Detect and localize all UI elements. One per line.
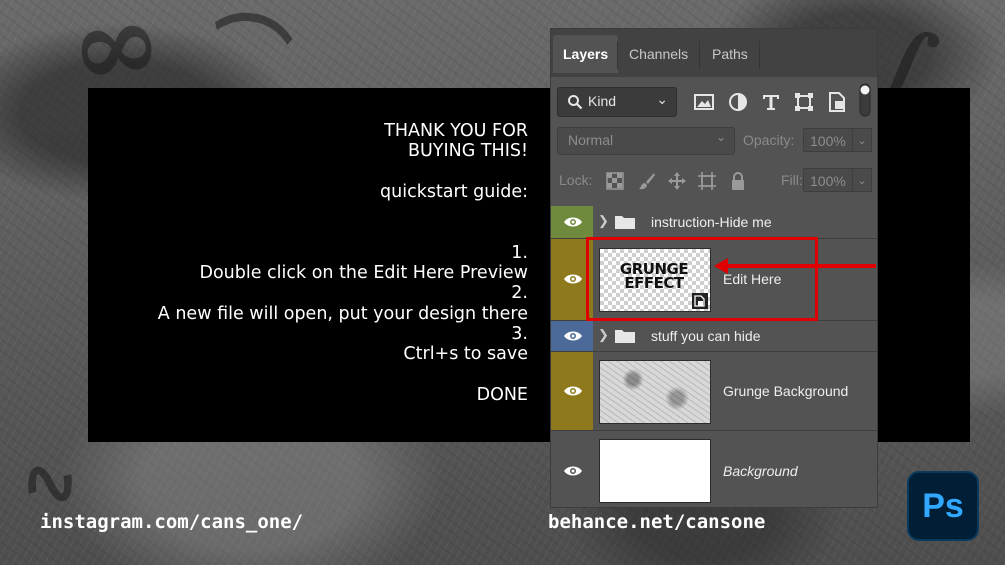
blend-mode-select[interactable]: Normal ⌄ [557, 127, 735, 155]
guide-line: 2. [511, 283, 528, 304]
lock-all-icon[interactable] [728, 171, 748, 191]
tab-channels[interactable]: Channels [619, 35, 698, 73]
guide-line: Ctrl+s to save [403, 344, 528, 365]
layer-name: instruction-Hide me [651, 214, 772, 230]
layer-name: Grunge Background [723, 383, 849, 399]
fill-field[interactable]: 100% [803, 168, 853, 192]
visibility-toggle[interactable] [551, 206, 593, 238]
lock-row: Lock: Fill: 100% ⌄ [557, 167, 872, 197]
blend-row: Normal ⌄ Opacity: 100% ⌄ [557, 127, 872, 157]
quickstart-guide: THANK YOU FOR BUYING THIS! quickstart gu… [158, 121, 528, 405]
guide-line [158, 162, 528, 182]
folder-icon [615, 216, 635, 229]
lock-artboard-icon[interactable] [697, 171, 717, 191]
opacity-dropdown-button[interactable]: ⌄ [852, 128, 872, 152]
chevron-right-icon[interactable]: ❯ [598, 327, 609, 343]
guide-line: Double click on the Edit Here Preview [199, 263, 528, 284]
filter-kind-label: Kind [588, 93, 617, 109]
image-filter-icon[interactable] [693, 91, 715, 113]
tab-paths[interactable]: Paths [702, 35, 758, 73]
filter-kind-select[interactable]: Kind ⌄ [557, 87, 677, 117]
adjustment-filter-icon[interactable] [727, 91, 749, 113]
opacity-label: Opacity: [743, 132, 795, 148]
guide-line: THANK YOU FOR [384, 121, 528, 141]
layer-name: Background [723, 463, 798, 479]
layer-name: stuff you can hide [651, 328, 761, 344]
lock-image-pixels-icon[interactable] [637, 171, 657, 191]
folder-icon [615, 330, 635, 343]
eye-icon [564, 386, 582, 396]
instagram-link[interactable]: instagram.com/cans_one/ [40, 511, 303, 533]
tab-divider [617, 41, 618, 69]
chevron-right-icon[interactable]: ❯ [598, 213, 609, 229]
chevron-down-icon: ⌄ [715, 130, 726, 144]
guide-line [158, 202, 528, 222]
layer-row-stuff-you-can-hide[interactable]: ❯ stuff you can hide [551, 321, 877, 352]
visibility-toggle[interactable] [551, 321, 593, 351]
behance-link[interactable]: behance.net/cansone [548, 511, 765, 533]
layer-row-background[interactable]: Background [551, 431, 877, 507]
photoshop-logo: Ps [907, 471, 979, 541]
guide-line [158, 365, 528, 385]
layer-row-grunge-background[interactable]: Grunge Background [551, 352, 877, 431]
fill-label: Fill: [781, 172, 803, 188]
arrow-left-icon [714, 258, 728, 274]
eye-icon [564, 274, 582, 284]
highlight-arrow-line [726, 264, 876, 268]
visibility-toggle[interactable] [551, 431, 593, 507]
tab-divider [759, 41, 760, 69]
lock-position-icon[interactable] [667, 171, 687, 191]
eye-icon [564, 466, 582, 476]
guide-line: 1. [511, 242, 528, 263]
layer-thumbnail[interactable] [599, 439, 711, 503]
layer-thumbnail[interactable] [599, 360, 711, 424]
blend-mode-value: Normal [568, 132, 614, 148]
filter-row: Kind ⌄ [557, 83, 871, 117]
visibility-toggle[interactable] [551, 352, 593, 430]
layer-row-instruction-hide-me[interactable]: ❯ instruction-Hide me [551, 206, 877, 239]
chevron-down-icon: ⌄ [656, 91, 668, 107]
guide-line: BUYING THIS! [407, 141, 528, 162]
guide-line: 3. [511, 323, 528, 344]
shape-filter-icon[interactable] [793, 91, 815, 113]
eye-icon [564, 217, 582, 227]
filter-toggle-switch[interactable] [859, 83, 871, 117]
panel-tab-bar: Layers Channels Paths [551, 29, 877, 77]
tab-divider [699, 41, 700, 69]
guide-line: DONE [476, 384, 528, 405]
guide-line: A new file will open, put your design th… [157, 303, 528, 324]
type-filter-icon[interactable] [760, 91, 782, 113]
fill-dropdown-button[interactable]: ⌄ [852, 168, 872, 192]
lock-label: Lock: [559, 172, 593, 188]
tab-layers[interactable]: Layers [553, 35, 619, 73]
highlight-box [586, 237, 818, 321]
opacity-field[interactable]: 100% [803, 128, 853, 152]
guide-line [158, 222, 528, 242]
guide-line: quickstart guide: [380, 181, 528, 202]
search-icon [568, 95, 583, 110]
eye-icon [564, 331, 582, 341]
lock-transparent-pixels-icon[interactable] [605, 171, 625, 191]
smart-object-filter-icon[interactable] [826, 91, 848, 113]
